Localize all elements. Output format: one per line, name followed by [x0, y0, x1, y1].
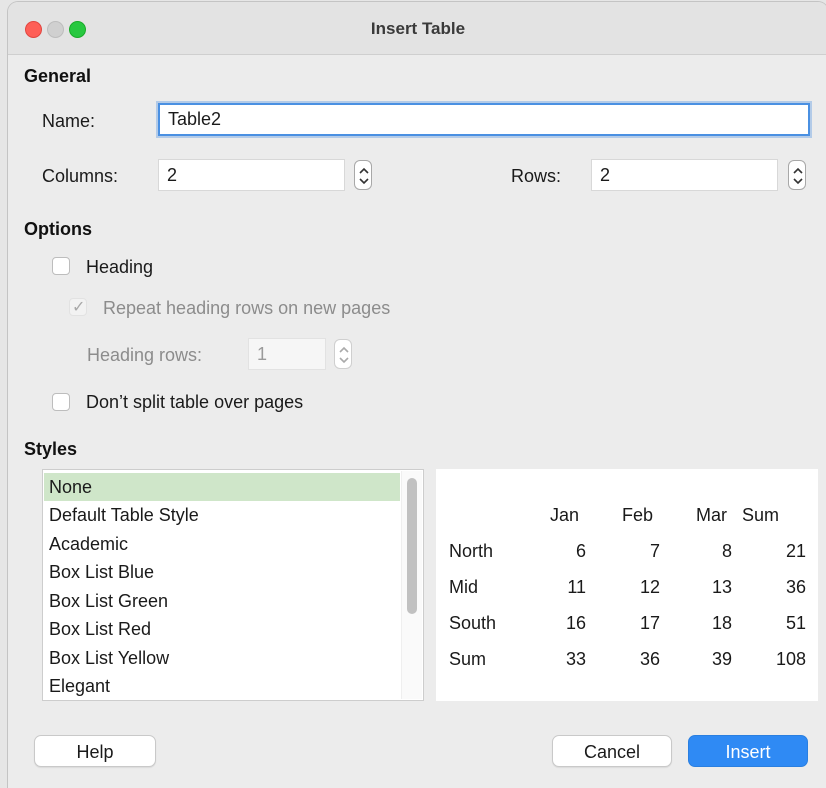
rows-stepper[interactable]	[788, 160, 806, 190]
dont-split-label: Don’t split table over pages	[86, 392, 304, 412]
preview-cell: 8	[721, 541, 732, 561]
preview-cell: 36	[639, 649, 660, 669]
scrollbar-thumb[interactable]	[407, 478, 417, 614]
preview-header-cell: Jan	[550, 505, 580, 525]
preview-row-label: Sum	[449, 649, 487, 669]
preview-cell: 13	[711, 577, 732, 597]
preview-cell: 7	[649, 541, 660, 561]
styles-scrollbar[interactable]	[401, 471, 422, 699]
insert-button[interactable]: Insert	[688, 735, 808, 767]
preview-header-cell: Mar	[696, 505, 727, 525]
preview-cell: 21	[785, 541, 806, 561]
insert-table-dialog: Insert Table General Name: Table2 Column…	[8, 2, 826, 788]
columns-field[interactable]: 2	[158, 159, 345, 191]
title-bar: Insert Table	[8, 2, 826, 55]
name-field[interactable]: Table2	[158, 103, 810, 136]
table-preview: Jan Feb Mar Sum North 6 7 8 21 Mid 11 12…	[436, 469, 818, 701]
list-item[interactable]: Academic	[44, 530, 400, 558]
preview-cell: 108	[775, 649, 806, 669]
checkmark-icon: ✓	[72, 299, 86, 316]
heading-label: Heading	[86, 257, 154, 277]
dialog-title: Insert Table	[370, 19, 466, 38]
list-item[interactable]: Box List Blue	[44, 558, 400, 586]
preview-row-label: North	[449, 541, 494, 561]
preview-cell: 11	[567, 577, 586, 597]
stepper-arrows-icon	[359, 167, 369, 185]
styles-section-title: Styles	[24, 439, 78, 459]
columns-stepper[interactable]	[354, 160, 372, 190]
list-item[interactable]: None	[44, 473, 400, 501]
columns-label: Columns:	[42, 166, 119, 186]
preview-cell: 36	[785, 577, 806, 597]
heading-rows-stepper[interactable]	[334, 339, 352, 369]
rows-field[interactable]: 2	[591, 159, 778, 191]
stepper-arrows-icon	[793, 167, 803, 185]
preview-cell: 6	[575, 541, 586, 561]
list-item[interactable]: Box List Green	[44, 587, 400, 615]
preview-header-cell: Feb	[622, 505, 654, 525]
name-label: Name:	[42, 111, 96, 131]
stepper-arrows-icon	[339, 346, 349, 364]
list-item[interactable]: Box List Red	[44, 615, 400, 643]
preview-cell: 16	[565, 613, 586, 633]
heading-rows-label: Heading rows:	[87, 345, 203, 365]
preview-cell: 39	[711, 649, 732, 669]
general-section-title: General	[24, 66, 92, 86]
cancel-button[interactable]: Cancel	[552, 735, 672, 767]
heading-rows-field[interactable]: 1	[248, 338, 326, 370]
dont-split-checkbox[interactable]	[52, 393, 70, 411]
preview-row-label: Mid	[449, 577, 479, 597]
styles-list[interactable]: None Default Table Style Academic Box Li…	[42, 469, 424, 701]
preview-cell: 17	[639, 613, 660, 633]
heading-checkbox[interactable]	[52, 257, 70, 275]
preview-header-cell: Sum	[742, 505, 780, 525]
preview-row-label: South	[449, 613, 497, 633]
preview-cell: 12	[639, 577, 660, 597]
preview-cell: 33	[565, 649, 586, 669]
list-item[interactable]: Elegant	[44, 672, 400, 700]
rows-label: Rows:	[511, 166, 562, 186]
list-item[interactable]: Box List Yellow	[44, 644, 400, 672]
help-button[interactable]: Help	[34, 735, 156, 767]
preview-cell: 51	[785, 613, 806, 633]
list-item[interactable]: Default Table Style	[44, 501, 400, 529]
options-section-title: Options	[24, 219, 92, 239]
repeat-heading-checkbox[interactable]: ✓	[69, 298, 87, 316]
preview-cell: 18	[711, 613, 732, 633]
repeat-heading-label: Repeat heading rows on new pages	[103, 298, 391, 318]
